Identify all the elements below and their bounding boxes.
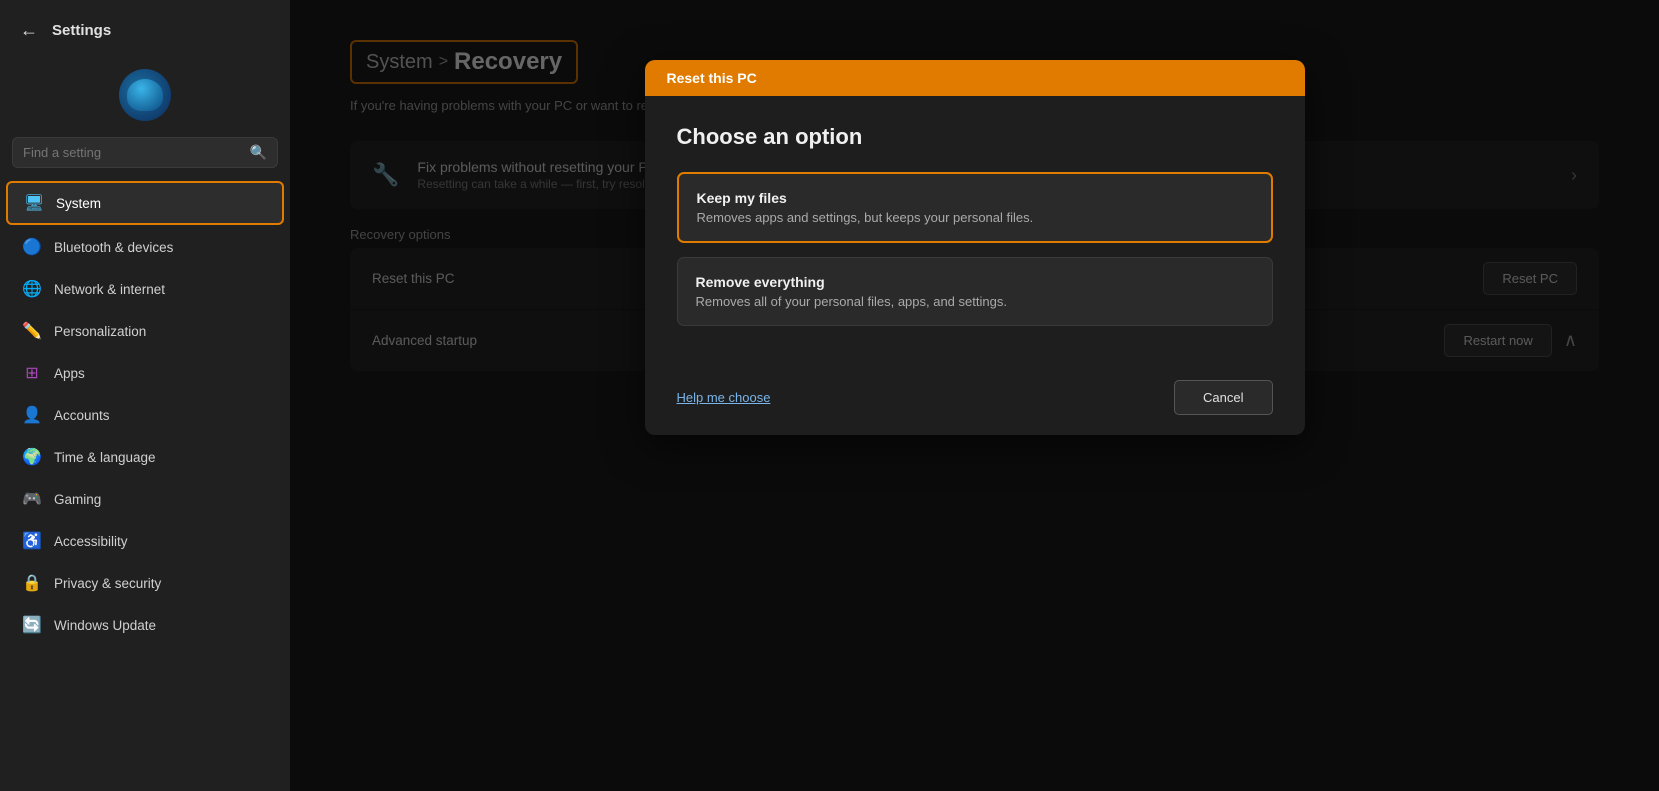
keep-files-desc: Removes apps and settings, but keeps you… [697, 210, 1253, 225]
apps-icon: ⊞ [22, 363, 42, 383]
search-box[interactable]: 🔍 [12, 137, 278, 168]
cancel-button[interactable]: Cancel [1174, 380, 1272, 415]
back-button[interactable]: ← [16, 16, 42, 45]
accounts-icon: 👤 [22, 405, 42, 425]
accessibility-icon: ♿ [22, 531, 42, 551]
sidebar-item-label: Apps [54, 366, 85, 381]
settings-title: Settings [52, 22, 111, 39]
sidebar-item-bluetooth[interactable]: 🔵 Bluetooth & devices [6, 227, 284, 267]
sidebar-item-personalization[interactable]: ✏️ Personalization [6, 311, 284, 351]
sidebar-item-label: Windows Update [54, 618, 156, 633]
sidebar-item-gaming[interactable]: 🎮 Gaming [6, 479, 284, 519]
sidebar: ← Settings 🔍 🖥 System 🔵 Bluetooth & devi… [0, 0, 290, 791]
sidebar-item-label: Network & internet [54, 282, 165, 297]
avatar [119, 69, 171, 121]
update-icon: 🔄 [22, 615, 42, 635]
search-icon: 🔍 [250, 144, 267, 161]
sidebar-item-system[interactable]: 🖥 System [6, 181, 284, 225]
reset-modal: Reset this PC Choose an option Keep my f… [645, 60, 1305, 435]
sidebar-item-accessibility[interactable]: ♿ Accessibility [6, 521, 284, 561]
modal-header: Reset this PC [645, 60, 1305, 96]
system-icon: 🖥 [24, 193, 44, 213]
personalization-icon: ✏️ [22, 321, 42, 341]
sidebar-item-label: System [56, 196, 101, 211]
help-me-choose-link[interactable]: Help me choose [677, 390, 771, 405]
modal-overlay: Reset this PC Choose an option Keep my f… [290, 0, 1659, 791]
sidebar-item-label: Gaming [54, 492, 101, 507]
sidebar-item-network[interactable]: 🌐 Network & internet [6, 269, 284, 309]
sidebar-item-label: Bluetooth & devices [54, 240, 173, 255]
remove-everything-title: Remove everything [696, 274, 1254, 290]
main-content: System > Recovery If you're having probl… [290, 0, 1659, 791]
sidebar-item-accounts[interactable]: 👤 Accounts [6, 395, 284, 435]
sidebar-item-label: Accounts [54, 408, 110, 423]
sidebar-item-update[interactable]: 🔄 Windows Update [6, 605, 284, 645]
sidebar-item-label: Accessibility [54, 534, 128, 549]
modal-body: Choose an option Keep my files Removes a… [645, 96, 1305, 364]
sidebar-header: ← Settings [0, 16, 290, 61]
search-input[interactable] [23, 145, 250, 160]
sidebar-item-privacy[interactable]: 🔒 Privacy & security [6, 563, 284, 603]
time-icon: 🌍 [22, 447, 42, 467]
remove-everything-desc: Removes all of your personal files, apps… [696, 294, 1254, 309]
modal-title: Choose an option [677, 124, 1273, 150]
gaming-icon: 🎮 [22, 489, 42, 509]
remove-everything-option[interactable]: Remove everything Removes all of your pe… [677, 257, 1273, 326]
sidebar-item-time[interactable]: 🌍 Time & language [6, 437, 284, 477]
bluetooth-icon: 🔵 [22, 237, 42, 257]
sidebar-item-label: Privacy & security [54, 576, 161, 591]
modal-footer: Help me choose Cancel [645, 364, 1305, 435]
privacy-icon: 🔒 [22, 573, 42, 593]
sidebar-item-label: Time & language [54, 450, 156, 465]
keep-files-title: Keep my files [697, 190, 1253, 206]
sidebar-item-apps[interactable]: ⊞ Apps [6, 353, 284, 393]
network-icon: 🌐 [22, 279, 42, 299]
keep-files-option[interactable]: Keep my files Removes apps and settings,… [677, 172, 1273, 243]
sidebar-item-label: Personalization [54, 324, 146, 339]
